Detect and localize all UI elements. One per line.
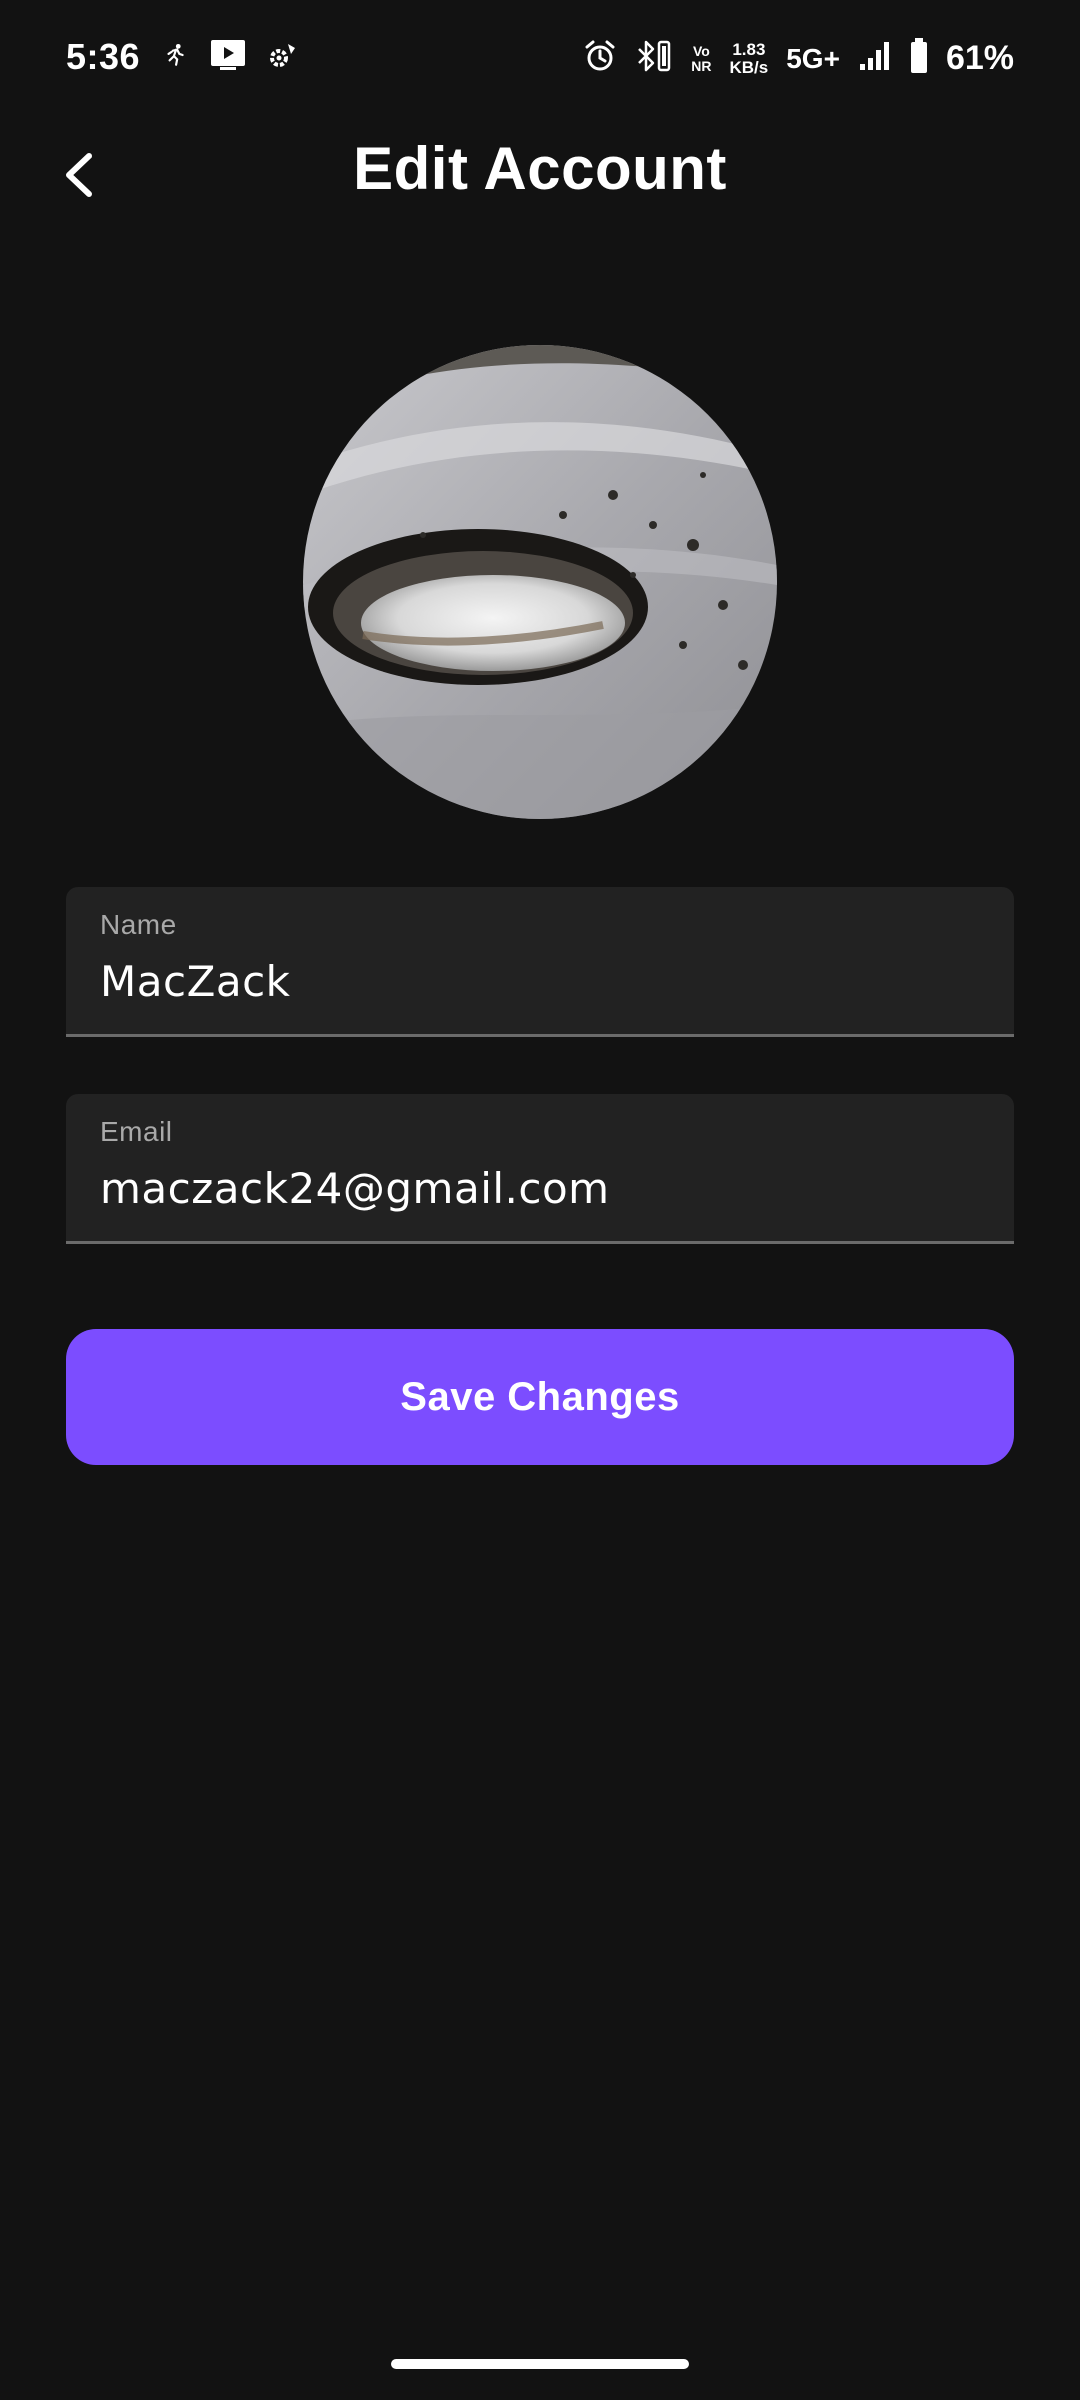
- status-bar: 5:36 Vo NR 1.83 KB/s 5G+ 61%: [0, 0, 1080, 120]
- video-icon: [210, 39, 246, 76]
- email-label: Email: [100, 1116, 173, 1147]
- vonr-indicator: Vo NR: [691, 42, 712, 74]
- vonr-top-label: Vo: [692, 42, 710, 59]
- running-icon: [162, 42, 188, 73]
- vonr-bottom-label: NR: [691, 57, 712, 74]
- status-left: 5:36: [66, 36, 298, 78]
- signal-icon: [858, 40, 892, 77]
- edit-account-screen: 5:36 Vo NR 1.83 KB/s 5G+ 61% Edit Accoun…: [0, 0, 1080, 2400]
- email-input[interactable]: [100, 1158, 980, 1218]
- network-type: 5G+: [786, 42, 840, 74]
- status-right: Vo NR 1.83 KB/s 5G+ 61%: [583, 38, 1014, 79]
- name-field[interactable]: Name: [66, 887, 1014, 1037]
- network-speed: 1.83 KB/s: [729, 39, 769, 77]
- network-speed-unit: KB/s: [729, 57, 769, 77]
- battery-percent: 61%: [945, 39, 1014, 77]
- alarm-icon: [583, 39, 617, 78]
- page-title: Edit Account: [353, 135, 727, 202]
- app-header: Edit Account: [0, 120, 1080, 220]
- save-changes-button[interactable]: Save Changes: [66, 1329, 1014, 1465]
- status-time: 5:36: [66, 36, 141, 77]
- home-indicator[interactable]: [391, 2359, 689, 2369]
- profile-avatar[interactable]: [303, 345, 777, 819]
- battery-icon: [910, 38, 928, 79]
- profile-photo: [303, 345, 777, 819]
- settings-sync-icon: [268, 40, 298, 75]
- network-speed-value: 1.83: [732, 39, 766, 59]
- name-input[interactable]: [100, 951, 980, 1011]
- name-label: Name: [100, 909, 177, 940]
- email-field[interactable]: Email: [66, 1094, 1014, 1244]
- bluetooth-vibrate-icon: [635, 39, 673, 78]
